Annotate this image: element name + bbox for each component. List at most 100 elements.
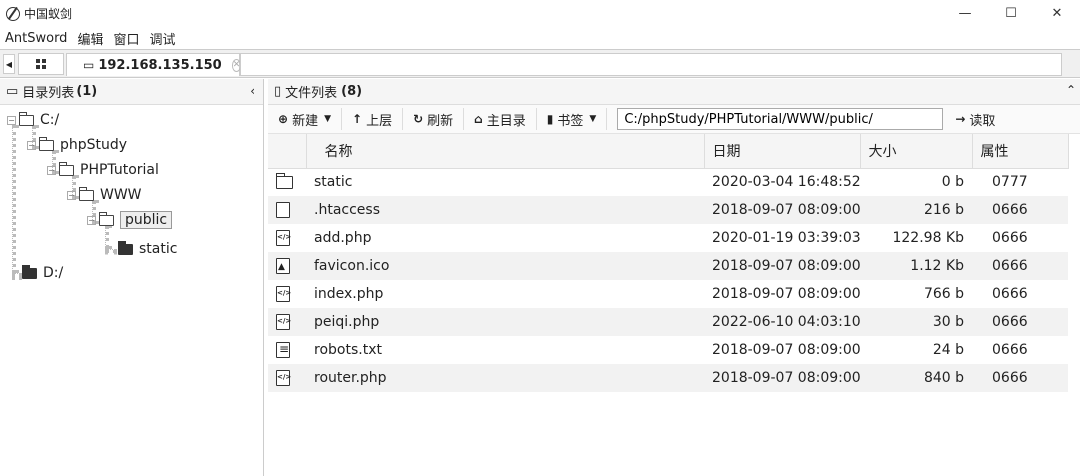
file-date: 2018-09-07 08:09:00	[712, 286, 860, 302]
file-size: 122.98 Kb	[892, 230, 964, 246]
up-label: 上层	[366, 113, 393, 129]
tree-node-label: phpStudy	[60, 137, 128, 153]
new-button[interactable]: ⊕ 新建 ▼	[268, 108, 342, 130]
table-row[interactable]: robots.txt 2018-09-07 08:09:00 24 b 0666	[268, 336, 1068, 364]
folder-outline-icon: ▭	[83, 58, 95, 72]
column-header-attr[interactable]: 属性	[972, 134, 1069, 169]
file-icon	[276, 202, 290, 218]
tab-home-grid[interactable]	[18, 53, 64, 75]
title-bar: 中国蚁剑 — ☐ ✕	[0, 0, 1080, 27]
bookmark-label: 书签	[557, 113, 584, 129]
file-attr: 0666	[992, 230, 1028, 246]
tab-label: 192.168.135.150	[98, 57, 222, 73]
chevron-up-icon[interactable]: ⌃	[1066, 83, 1076, 97]
refresh-label: 刷新	[427, 113, 454, 129]
tree-node-phpstudy[interactable]: − phpStudy	[27, 134, 127, 156]
folder-open-icon	[99, 211, 114, 226]
refresh-button[interactable]: ↻ 刷新	[403, 108, 465, 130]
home-icon: ⌂	[474, 112, 483, 126]
file-name: .htaccess	[306, 196, 704, 224]
table-row[interactable]: add.php 2020-01-19 03:39:03 122.98 Kb 06…	[268, 224, 1068, 252]
file-size: 30 b	[860, 308, 972, 336]
file-list-label: 文件列表	[285, 86, 338, 101]
close-button[interactable]: ✕	[1034, 0, 1080, 27]
file-date: 2018-09-07 08:09:00	[704, 196, 860, 224]
file-table: 名称 日期 大小 属性 static 2020-03-04 16:48:52 0…	[268, 134, 1069, 392]
maximize-button[interactable]: ☐	[988, 0, 1034, 27]
read-button[interactable]: → 读取	[955, 110, 995, 129]
plus-circle-icon: ⊕	[278, 112, 289, 126]
directory-header-label: 目录列表	[22, 86, 75, 101]
triangle-left-icon: ◀	[5, 59, 13, 69]
file-list-pane: ▯ 文件列表 (8) ⌃ ⊕ 新建 ▼ ↑ 上层 ↻ 刷新 ⌂ 主目录 ▮ 书签…	[268, 79, 1080, 476]
tree-node-phptutorial[interactable]: − PHPTutorial	[47, 159, 159, 181]
file-attr: 0777	[992, 174, 1028, 191]
bookmark-icon: ▮	[546, 112, 554, 126]
refresh-icon: ↻	[413, 112, 424, 126]
collapse-icon[interactable]: −	[27, 140, 36, 150]
file-date: 2018-09-07 08:09:00	[704, 252, 860, 280]
code-file-icon	[276, 286, 291, 302]
file-name: router.php	[306, 364, 704, 392]
file-date: 2018-09-07 08:09:00	[712, 342, 860, 358]
table-row[interactable]: .htaccess 2018-09-07 08:09:00 216 b 0666	[268, 196, 1068, 224]
table-row[interactable]: index.php 2018-09-07 08:09:00 766 b 0666	[268, 280, 1068, 308]
collapse-icon[interactable]: −	[87, 215, 96, 225]
directory-count: (1)	[76, 84, 98, 99]
file-date: 2018-09-07 08:09:00	[704, 364, 860, 392]
folder-outline-icon: ▭	[6, 84, 19, 99]
menu-edit[interactable]: 编辑	[72, 29, 108, 48]
table-row[interactable]: peiqi.php 2022-06-10 04:03:10 30 b 0666	[268, 308, 1068, 336]
new-label: 新建	[292, 113, 319, 129]
collapse-icon[interactable]: −	[67, 190, 76, 200]
collapse-pane-icon[interactable]: ‹	[250, 84, 255, 98]
arrow-right-icon: →	[955, 112, 966, 126]
tree-node-label: WWW	[100, 187, 142, 203]
home-button[interactable]: ⌂ 主目录	[464, 108, 537, 130]
menu-window[interactable]: 窗口	[108, 29, 144, 48]
file-date: 2020-03-04 16:48:52	[712, 174, 860, 191]
text-file-icon	[276, 342, 290, 358]
file-attr: 0666	[972, 196, 1068, 224]
tree-line	[12, 125, 16, 273]
collapse-icon[interactable]: −	[7, 115, 16, 125]
file-name: index.php	[314, 286, 384, 302]
image-file-icon	[276, 258, 290, 274]
arrow-up-icon: ↑	[352, 112, 363, 126]
file-size: 766 b	[923, 286, 964, 302]
file-toolbar: ⊕ 新建 ▼ ↑ 上层 ↻ 刷新 ⌂ 主目录 ▮ 书签 ▼ → 读取	[268, 105, 1080, 134]
file-size: 24 b	[932, 342, 964, 358]
column-header-size[interactable]: 大小	[860, 134, 973, 169]
tree-node-d-drive[interactable]: D:/	[22, 262, 63, 284]
antsword-logo-icon	[6, 6, 20, 21]
tree-node-www[interactable]: − WWW	[67, 184, 142, 206]
table-row[interactable]: favicon.ico 2018-09-07 08:09:00 1.12 Kb …	[268, 252, 1068, 280]
bookmark-button[interactable]: ▮ 书签 ▼	[537, 108, 608, 130]
tree-node-public[interactable]: − public	[87, 209, 173, 231]
menu-bar: AntSword 编辑 窗口 调试	[0, 27, 1080, 49]
menu-debug[interactable]: 调试	[144, 29, 180, 48]
tree-node-label: D:/	[43, 265, 64, 281]
tab-shell-session[interactable]: ▭ 192.168.135.150 ✕	[66, 53, 242, 76]
tree-node-static[interactable]: static	[118, 238, 177, 260]
file-name: peiqi.php	[306, 308, 704, 336]
folder-open-icon	[19, 111, 34, 126]
tab-scroll-left-button[interactable]: ◀	[3, 54, 15, 74]
menu-antsword[interactable]: AntSword	[0, 31, 72, 46]
minimize-button[interactable]: —	[942, 0, 988, 27]
up-button[interactable]: ↑ 上层	[342, 108, 404, 130]
window-title: 中国蚁剑	[24, 7, 73, 21]
column-header-date[interactable]: 日期	[704, 134, 861, 169]
collapse-icon[interactable]: −	[47, 165, 56, 175]
column-header-name[interactable]: 名称	[306, 134, 705, 169]
file-attr: 0666	[992, 342, 1028, 358]
folder-filled-icon	[118, 240, 133, 255]
path-input[interactable]	[617, 108, 944, 130]
table-row[interactable]: router.php 2018-09-07 08:09:00 840 b 066…	[268, 364, 1068, 392]
folder-icon	[276, 172, 293, 189]
tree-node-c-drive[interactable]: − C:/	[7, 109, 59, 131]
table-row[interactable]: static 2020-03-04 16:48:52 0 b 0777	[268, 168, 1068, 196]
caret-down-icon: ▼	[324, 114, 331, 124]
file-name: favicon.ico	[306, 252, 704, 280]
file-size: 216 b	[860, 196, 972, 224]
